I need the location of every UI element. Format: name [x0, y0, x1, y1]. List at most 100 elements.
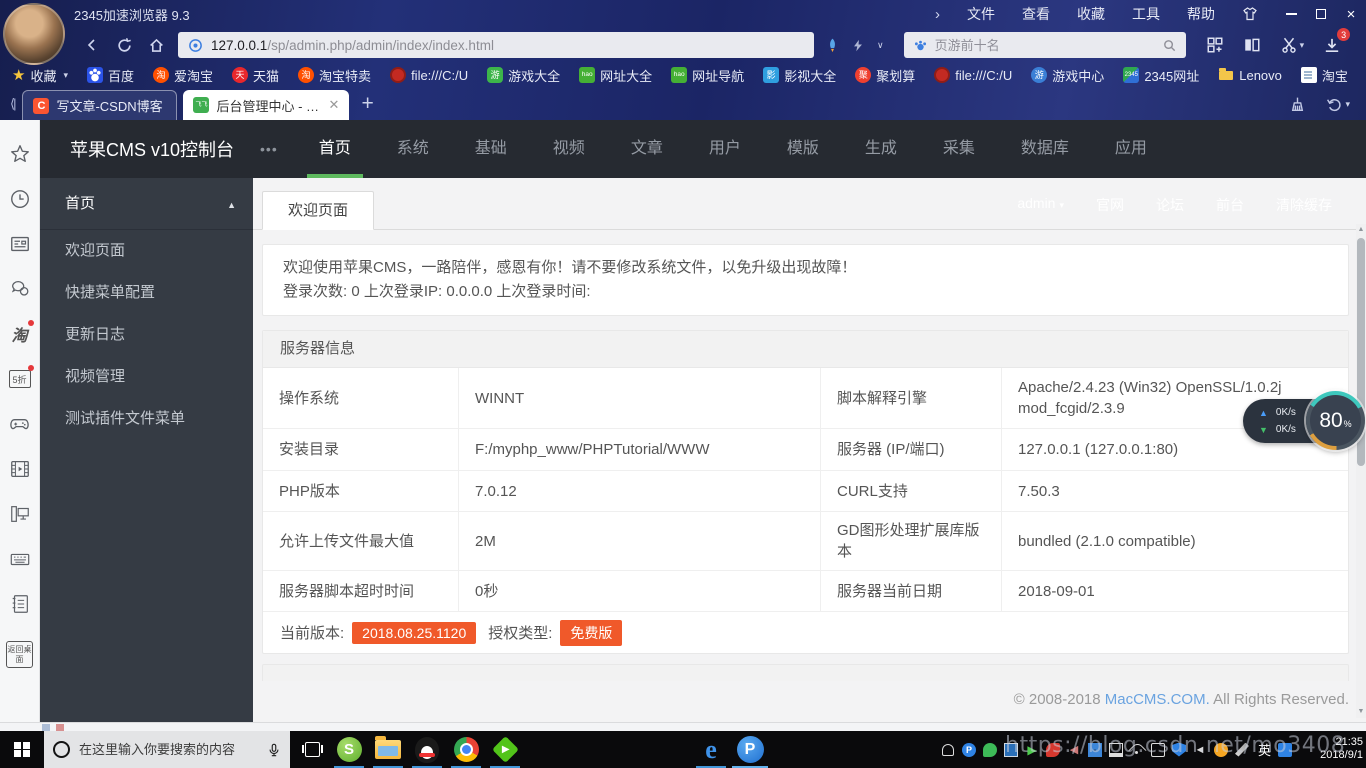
- screenshot-scissors-icon[interactable]: ▾: [1280, 36, 1305, 54]
- sidebar-group-home[interactable]: 首页 ▲: [40, 178, 253, 230]
- cms-logo[interactable]: 苹果CMS v10控制台: [70, 136, 234, 162]
- apps-grid-icon[interactable]: [1206, 36, 1224, 54]
- address-bar[interactable]: 127.0.0.1/sp/admin.php/admin/index/index…: [178, 32, 814, 58]
- bookmark-item[interactable]: 游游戏中心: [1031, 66, 1104, 85]
- scroll-up-icon[interactable]: ▲: [1356, 224, 1366, 236]
- link-clear-cache[interactable]: 清除缓存: [1276, 195, 1332, 215]
- volume-legacy-icon[interactable]: ◀: [1067, 743, 1081, 757]
- browser-search-input[interactable]: [935, 38, 1162, 53]
- pc-monitor-icon[interactable]: [8, 502, 32, 526]
- close-button[interactable]: ×: [1336, 0, 1366, 28]
- taskbar-app-explorer[interactable]: [369, 731, 407, 768]
- download-icon[interactable]: 3: [1323, 36, 1341, 54]
- network-speed-widget[interactable]: ▲0K/s ▼0K/s 80%: [1243, 391, 1365, 451]
- bookmark-item[interactable]: 聚聚划算: [855, 66, 915, 85]
- pen-icon[interactable]: [1235, 743, 1249, 757]
- tab-collapse-icon[interactable]: ⟨|: [10, 96, 14, 112]
- undo-caret-icon[interactable]: ▾: [1345, 99, 1350, 110]
- maccms-link[interactable]: MacCMS.COM.: [1105, 691, 1210, 708]
- nav-collect[interactable]: 采集: [920, 120, 998, 178]
- bookmarks-menu[interactable]: ★收藏▾: [12, 66, 68, 85]
- bookmark-item[interactable]: 游游戏大全: [487, 66, 560, 85]
- microphone-icon[interactable]: [267, 742, 281, 758]
- bookmark-item[interactable]: 影影视大全: [763, 66, 836, 85]
- sidebar-item-changelog[interactable]: 更新日志: [40, 314, 253, 356]
- nav-video[interactable]: 视频: [530, 120, 608, 178]
- keyboard-icon[interactable]: [8, 547, 32, 571]
- messenger-icon[interactable]: [983, 743, 997, 757]
- taskbar-search[interactable]: [44, 731, 290, 768]
- scroll-down-icon[interactable]: ▼: [1356, 706, 1366, 718]
- nav-user[interactable]: 用户: [686, 120, 764, 178]
- window-grid-icon[interactable]: [1088, 743, 1102, 757]
- user-menu[interactable]: admin▾: [1017, 195, 1064, 215]
- sidebar-item-quick-menu[interactable]: 快捷菜单配置: [40, 272, 253, 314]
- cleaner-broom-icon[interactable]: [1289, 96, 1306, 113]
- nav-database[interactable]: 数据库: [998, 120, 1092, 178]
- search-engine-paw-icon[interactable]: [913, 38, 928, 53]
- menu-favorites[interactable]: 收藏: [1077, 4, 1105, 24]
- menu-tools[interactable]: 工具: [1132, 4, 1160, 24]
- site-shield-icon[interactable]: [188, 38, 203, 53]
- nav-template[interactable]: 模版: [764, 120, 842, 178]
- battery-icon[interactable]: [1151, 743, 1165, 757]
- taobao-icon[interactable]: 淘: [8, 322, 32, 346]
- address-actions-caret-icon[interactable]: ∨: [877, 40, 884, 51]
- discount-5zhe-icon[interactable]: 5折: [8, 367, 32, 391]
- maximize-button[interactable]: [1306, 0, 1336, 28]
- taskbar-clock[interactable]: 21:35 2018/9/1: [1320, 736, 1363, 762]
- tab-maccms-active[interactable]: 飞飞 后台管理中心 - 苹果CMS ✕: [183, 90, 349, 120]
- bookmark-item[interactable]: file:///C:/U: [390, 67, 468, 83]
- bookmark-item[interactable]: Lenovo: [1218, 67, 1282, 83]
- undo-closed-tab-icon[interactable]: ▾: [1326, 96, 1350, 113]
- games-gamepad-icon[interactable]: [8, 412, 32, 436]
- chick-icon[interactable]: [1214, 743, 1228, 757]
- bookmark-item[interactable]: 百度: [87, 66, 134, 85]
- taskbar-app-s[interactable]: S: [330, 731, 368, 768]
- search-magnifier-icon[interactable]: [1162, 38, 1177, 53]
- taskbar-search-input[interactable]: [79, 742, 267, 757]
- history-clock-icon[interactable]: [8, 187, 32, 211]
- content-tab-welcome[interactable]: 欢迎页面: [262, 191, 374, 230]
- speaker-icon[interactable]: ◄: [1193, 743, 1207, 757]
- nav-article[interactable]: 文章: [608, 120, 686, 178]
- favorites-star-icon[interactable]: [8, 142, 32, 166]
- link-frontend[interactable]: 前台: [1216, 195, 1244, 215]
- taskbar-app-ie2345[interactable]: e: [692, 731, 730, 768]
- page-scrollbar[interactable]: ▲ ▼: [1356, 224, 1366, 718]
- split-screen-icon[interactable]: [1243, 36, 1261, 54]
- video-film-icon[interactable]: [8, 457, 32, 481]
- new-tab-icon[interactable]: +: [361, 92, 373, 116]
- chat-icon[interactable]: [8, 277, 32, 301]
- menu-help[interactable]: 帮助: [1187, 4, 1215, 24]
- nav-basic[interactable]: 基础: [452, 120, 530, 178]
- sidebar-item-test-plugin[interactable]: 测试插件文件菜单: [40, 398, 253, 440]
- refresh-icon[interactable]: [110, 31, 138, 59]
- 2345-tray-icon[interactable]: P: [962, 743, 976, 757]
- monitor-icon[interactable]: [1109, 743, 1123, 757]
- tab-csdn[interactable]: C 写文章-CSDN博客: [22, 90, 177, 120]
- remote-screen-icon[interactable]: [1004, 743, 1018, 757]
- taskbar-app-qq[interactable]: [408, 731, 446, 768]
- bookmark-item[interactable]: 23452345网址: [1123, 66, 1199, 85]
- bookmark-item[interactable]: 淘爱淘宝: [153, 66, 213, 85]
- flower-icon[interactable]: [1046, 743, 1060, 757]
- back-icon[interactable]: [78, 31, 106, 59]
- minimize-button[interactable]: [1276, 0, 1306, 28]
- player-icon[interactable]: ▶: [1025, 743, 1039, 757]
- notebook-icon[interactable]: [8, 592, 32, 616]
- sidebar-item-welcome[interactable]: 欢迎页面: [40, 230, 253, 272]
- bookmark-item[interactable]: 天天猫: [232, 66, 279, 85]
- browser-search-box[interactable]: [904, 32, 1186, 58]
- task-view-button[interactable]: [300, 738, 324, 761]
- bookmark-item[interactable]: file:///C:/U: [934, 67, 1012, 83]
- nav-generate[interactable]: 生成: [842, 120, 920, 178]
- memory-gauge[interactable]: 80%: [1306, 391, 1365, 450]
- flash-block-icon[interactable]: [851, 38, 865, 53]
- speed-rocket-icon[interactable]: [824, 37, 841, 54]
- scissors-caret-icon[interactable]: ▾: [1300, 40, 1305, 51]
- bookmark-item[interactable]: hao网址导航: [671, 66, 744, 85]
- ime-indicator[interactable]: 英: [1258, 740, 1271, 759]
- taskbar-app-2345-browser-active[interactable]: P: [731, 731, 769, 768]
- menu-expand-icon[interactable]: ›: [935, 6, 940, 23]
